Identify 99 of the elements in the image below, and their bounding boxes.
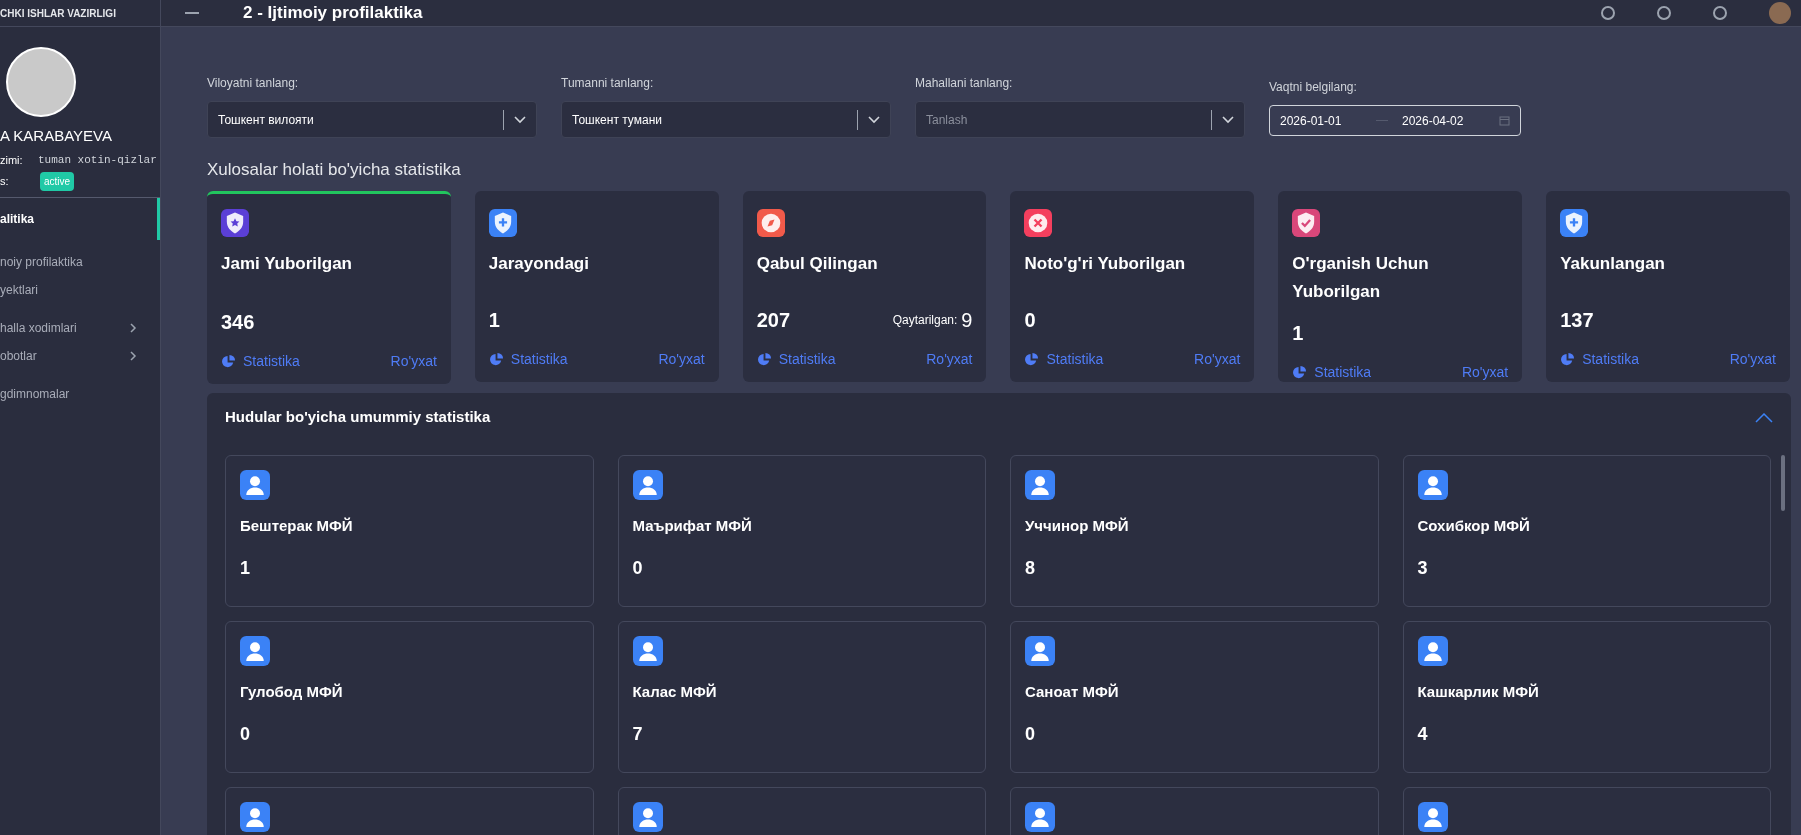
list-link[interactable]: Ro'yxat <box>658 348 705 370</box>
user-icon <box>632 801 663 832</box>
user-icon <box>1025 635 1055 666</box>
card-count: 207 <box>756 307 791 333</box>
sidebar-item[interactable]: yektlari <box>0 276 160 304</box>
region-count: 1 <box>240 557 251 580</box>
list-link[interactable]: Ro'yxat <box>1194 348 1241 370</box>
sidebar-item[interactable]: alitika <box>0 198 160 240</box>
pie-chart-icon <box>488 351 504 367</box>
region-name: Маърифат МФЙ <box>632 515 753 536</box>
list-link[interactable]: Ro'yxat <box>926 348 973 370</box>
date-range-field[interactable]: 2026-01-01 2026-04-02 <box>1269 105 1521 136</box>
card-title: Jarayondagi <box>488 252 590 275</box>
status-badge: active <box>40 172 75 191</box>
list-link[interactable]: Ro'yxat <box>1729 348 1776 370</box>
user-icon <box>1025 801 1055 832</box>
region-count: 3 <box>1417 557 1429 580</box>
chevron-down-icon <box>868 115 880 124</box>
status-card[interactable]: Yakunlangan 137 Statistika Ro'yxat <box>1546 190 1790 382</box>
sidebar-item[interactable]: halla xodimlari <box>0 314 160 342</box>
pie-chart-icon <box>756 351 772 367</box>
field-label: Tumanni tanlang: <box>561 75 655 92</box>
returned-count: 9 <box>961 307 973 333</box>
user-name: A KARABAYEVA <box>0 126 113 146</box>
returned-label: Qaytarilgan: <box>892 311 958 329</box>
sidebar-item[interactable]: obotlar <box>0 342 160 370</box>
chevron-up-icon <box>1755 412 1773 423</box>
field-label: s: <box>0 174 10 190</box>
statistics-link[interactable]: Statistika <box>756 348 836 370</box>
user-icon <box>1417 635 1448 666</box>
avatar[interactable] <box>1769 2 1791 24</box>
status-card[interactable]: Qabul Qilingan 207 Qaytarilgan: 9 Statistika Ro'yxat <box>742 190 987 382</box>
select-field[interactable]: Тошкент тумани <box>561 101 891 138</box>
list-link[interactable]: Ro'yxat <box>1461 361 1509 383</box>
region-name: Калас МФЙ <box>632 681 718 702</box>
region-count: 4 <box>1417 723 1429 746</box>
region-name: Сохибкор МФЙ <box>1417 515 1531 536</box>
field-label: Mahallani tanlang: <box>915 75 1014 92</box>
pie-chart-icon <box>1560 351 1576 367</box>
page-title: 2 - Ijtimoiy profilaktika <box>243 2 423 25</box>
card-title: Yakunlangan <box>1560 252 1666 275</box>
select-field[interactable]: Тошкент вилояти <box>207 101 537 138</box>
sidebar-item[interactable]: gdimnomalar <box>0 380 160 408</box>
status-card[interactable]: Noto'g'ri Yuborilgan 0 Statistika Ro'yxat <box>1010 190 1255 382</box>
section-title: Xulosalar holati bo'yicha statistika <box>207 159 462 181</box>
user-icon <box>240 801 270 832</box>
card-title: Noto'g'ri Yuborilgan <box>1024 252 1187 275</box>
pie-chart-icon <box>1024 351 1040 367</box>
status-card[interactable]: O'rganish Uchun Yuborilgan 1 Statistika Ro'yxat <box>1278 190 1523 382</box>
statistics-link[interactable]: Statistika <box>1292 361 1372 383</box>
chevron-down-icon <box>514 115 526 124</box>
card-count: 346 <box>221 309 255 335</box>
statistics-link[interactable]: Statistika <box>1560 348 1639 370</box>
card-count: 137 <box>1560 307 1594 333</box>
region-name: Уччинор МФЙ <box>1025 515 1130 536</box>
region-count: 0 <box>632 557 644 580</box>
region-count: 0 <box>240 723 251 746</box>
card-title: Jami Yuborilgan <box>221 252 353 275</box>
card-count: 1 <box>488 307 500 333</box>
card-title: Qabul Qilingan <box>756 252 879 275</box>
user-icon <box>240 469 270 500</box>
region-name: Саноат МФЙ <box>1025 681 1120 702</box>
pie-chart-icon <box>1292 364 1308 380</box>
region-count: 7 <box>632 723 644 746</box>
card-title: O'rganish Uchun Yuborilgan <box>1292 252 1430 303</box>
panel-title: Hudular bo'yicha umummiy statistika <box>225 407 491 428</box>
user-icon <box>1025 469 1055 500</box>
user-icon <box>1417 801 1448 832</box>
ministry-name: CHKI ISHLAR VAZIRLIGI <box>0 6 116 21</box>
region-count: 0 <box>1025 723 1036 746</box>
status-card[interactable]: Jami Yuborilgan 346 Statistika Ro'yxat <box>207 190 451 384</box>
user-icon <box>632 635 663 666</box>
statistics-link[interactable]: Statistika <box>488 348 568 370</box>
region-name: Кашкарлик МФЙ <box>1417 681 1540 702</box>
status-card[interactable]: Jarayondagi 1 Statistika Ro'yxat <box>474 190 719 382</box>
chevron-right-icon <box>128 323 138 333</box>
chevron-down-icon <box>1222 115 1234 124</box>
field-label: zimi: <box>0 152 24 168</box>
sidebar-item[interactable]: noiy profilaktika <box>0 248 160 276</box>
field-label: Viloyatni tanlang: <box>207 75 300 92</box>
region-name: Гулобод МФЙ <box>240 681 344 702</box>
collapse-toggle[interactable] <box>1755 412 1773 423</box>
select-field[interactable]: Tanlash <box>915 101 1245 138</box>
calendar-icon <box>1499 115 1510 126</box>
field-value: tuman xotin-qizlar <box>38 152 157 168</box>
card-count: 1 <box>1292 320 1304 346</box>
statistics-link[interactable]: Statistika <box>221 350 300 372</box>
user-icon <box>1417 469 1448 500</box>
region-count: 8 <box>1025 557 1036 580</box>
statistics-link[interactable]: Statistika <box>1024 348 1104 370</box>
scrollbar[interactable] <box>1781 454 1785 511</box>
chevron-right-icon <box>128 351 138 361</box>
user-icon <box>240 635 270 666</box>
region-name: Бештерак МФЙ <box>240 515 354 536</box>
user-icon <box>632 469 663 500</box>
list-link[interactable]: Ro'yxat <box>390 350 437 372</box>
card-count: 0 <box>1024 307 1036 333</box>
field-label: Vaqtni belgilang: <box>1269 79 1358 96</box>
pie-chart-icon <box>221 353 236 369</box>
